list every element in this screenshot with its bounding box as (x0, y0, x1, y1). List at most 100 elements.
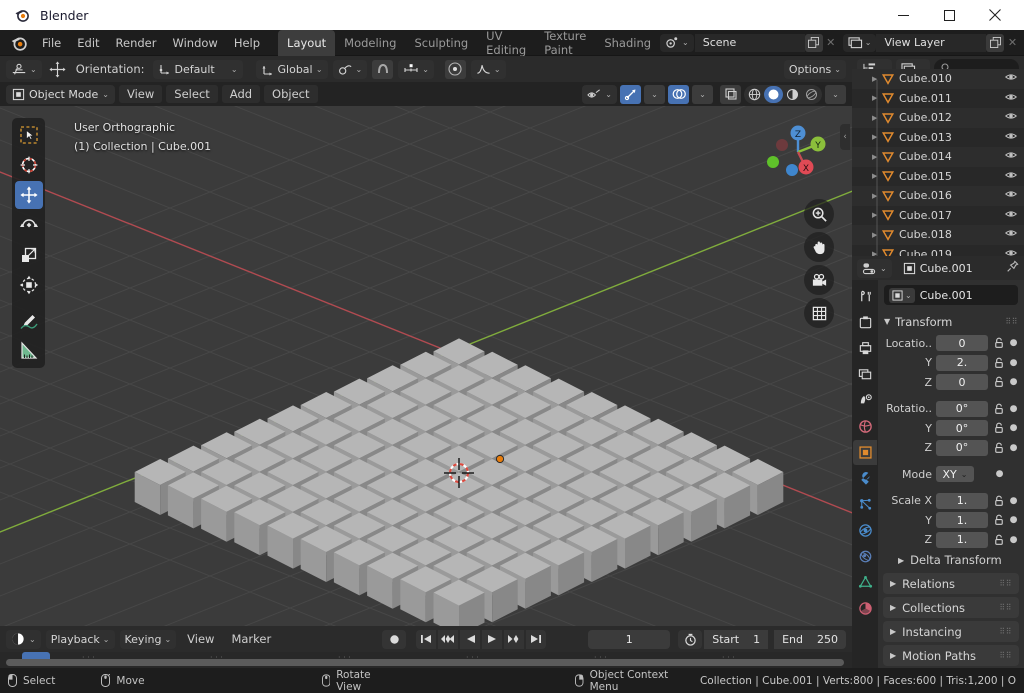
start-frame-field[interactable]: Start 1 (704, 630, 768, 649)
overlays-dropdown-icon[interactable]: ⌄ (692, 85, 713, 104)
end-frame-field[interactable]: End 250 (774, 630, 846, 649)
animate-property-dot[interactable]: ● (1009, 404, 1018, 414)
transform-row-value[interactable]: 0° (936, 420, 988, 436)
minimize-button[interactable] (880, 0, 926, 30)
tool-cursor[interactable] (15, 151, 43, 179)
outliner-row[interactable]: ▶Cube.019 (852, 245, 1024, 257)
scene-remove-button[interactable]: ✕ (823, 34, 839, 52)
properties-tab-world[interactable] (853, 414, 877, 439)
expand-triangle-icon[interactable]: ▶ (872, 192, 877, 200)
collapsed-panel[interactable]: ▶Relations⠿⠿ (883, 573, 1019, 594)
properties-tab-scene[interactable] (853, 388, 877, 413)
transform-orientation-dropdown[interactable]: Global ⌄ (256, 60, 328, 79)
transform-row-value[interactable]: 0 (936, 374, 988, 390)
interaction-mode-dropdown[interactable]: Object Mode ⌄ (6, 85, 115, 104)
jump-to-prev-keyframe-button[interactable] (438, 630, 458, 649)
lock-icon[interactable] (992, 403, 1005, 415)
lock-icon[interactable] (992, 495, 1005, 507)
outliner-row[interactable]: ▶Cube.013 (852, 128, 1024, 148)
expand-triangle-icon[interactable]: ▶ (872, 75, 877, 83)
tab-uv-editing[interactable]: UV Editing (477, 30, 535, 56)
expand-triangle-icon[interactable]: ▶ (872, 211, 877, 219)
tab-layout[interactable]: Layout (278, 30, 335, 56)
transform-row-value[interactable]: 2. (936, 355, 988, 371)
3d-viewport[interactable]: User Orthographic (1) Collection | Cube.… (0, 106, 852, 626)
properties-tab-material[interactable] (853, 596, 877, 621)
expand-triangle-icon[interactable]: ▶ (872, 231, 877, 239)
object-name-field[interactable]: ⌄ Cube.001 (884, 285, 1018, 305)
properties-tab-particles[interactable] (853, 492, 877, 517)
outliner-row[interactable]: ▶Cube.016 (852, 186, 1024, 206)
active-tool-icon[interactable]: ⌄ (6, 60, 42, 79)
lock-icon[interactable] (992, 337, 1005, 349)
wireframe-shading-icon[interactable] (745, 86, 764, 103)
delta-transform-subpanel[interactable]: ▶ Delta Transform (884, 550, 1018, 570)
menu-help[interactable]: Help (226, 33, 268, 53)
animate-property-dot[interactable]: ● (1009, 535, 1018, 545)
visibility-eye-icon[interactable] (1005, 170, 1017, 183)
use-preview-range-icon[interactable] (678, 630, 702, 649)
keying-menu[interactable]: Keying⌄ (120, 630, 177, 649)
pin-id-icon[interactable] (1006, 260, 1019, 276)
view-layer-name-field[interactable]: View Layer (876, 34, 986, 52)
scene-new-button[interactable] (805, 34, 823, 52)
viewport-menu-select[interactable]: Select (166, 85, 217, 103)
jump-to-end-button[interactable] (526, 630, 546, 649)
shading-dropdown-icon[interactable]: ⌄ (825, 85, 846, 104)
tool-annotate[interactable] (15, 307, 43, 335)
solid-shading-icon[interactable] (764, 86, 783, 103)
transform-panel-header[interactable]: ▼ Transform ⠿⠿ (884, 312, 1018, 331)
lock-icon[interactable] (992, 442, 1005, 454)
properties-tab-modifier[interactable] (853, 466, 877, 491)
outliner-row[interactable]: ▶Cube.014 (852, 147, 1024, 167)
animate-property-dot[interactable]: ● (1009, 338, 1018, 348)
collapsed-panel[interactable]: ▶Motion Paths⠿⠿ (883, 645, 1019, 666)
animate-property-dot[interactable]: ● (1009, 423, 1018, 433)
properties-tab-constraints[interactable] (853, 544, 877, 569)
animate-property-dot[interactable]: ● (1009, 358, 1018, 368)
outliner-row[interactable]: ▶Cube.017 (852, 206, 1024, 226)
tool-transform[interactable] (15, 271, 43, 299)
properties-editor-type-icon[interactable]: ⌄ (857, 259, 892, 278)
visibility-selector-icon[interactable]: ⌄ (582, 85, 617, 104)
orientation-dropdown[interactable]: Default ⌄ (153, 60, 243, 79)
expand-triangle-icon[interactable]: ▶ (872, 153, 877, 161)
camera-icon[interactable] (804, 265, 834, 295)
transform-row-value[interactable]: 1. (936, 532, 988, 548)
tool-measure[interactable] (15, 337, 43, 365)
sidebar-collapse-arrow-icon[interactable]: ‹ (840, 124, 850, 150)
snap-target-icon[interactable]: ⌄ (333, 60, 368, 79)
visibility-eye-icon[interactable] (1005, 72, 1017, 85)
menu-window[interactable]: Window (164, 33, 225, 53)
view-layer-remove-button[interactable]: ✕ (1004, 34, 1020, 52)
lock-icon[interactable] (992, 357, 1005, 369)
animate-property-dot[interactable]: ● (1009, 377, 1018, 387)
view-layer-browse-icon[interactable]: ⌄ (843, 34, 877, 52)
properties-tab-output[interactable] (853, 336, 877, 361)
tab-sculpting[interactable]: Sculpting (405, 30, 477, 56)
show-gizmo-icon[interactable] (620, 85, 641, 104)
animate-property-dot[interactable]: ● (1009, 496, 1018, 506)
view-layer-new-button[interactable] (986, 34, 1004, 52)
lock-icon[interactable] (992, 422, 1005, 434)
outliner-row[interactable]: ▶Cube.018 (852, 225, 1024, 245)
auto-keying-button[interactable] (382, 630, 406, 649)
properties-tab-physics[interactable] (853, 518, 877, 543)
tool-move[interactable] (15, 181, 43, 209)
properties-tab-tool[interactable] (853, 284, 877, 309)
lock-icon[interactable] (992, 534, 1005, 546)
editor-type-icon[interactable]: ⌄ (6, 630, 41, 649)
expand-triangle-icon[interactable]: ▶ (872, 114, 877, 122)
viewport-menu-add[interactable]: Add (222, 85, 260, 103)
rendered-shading-icon[interactable] (802, 86, 821, 103)
object-datablock-icon[interactable]: ⌄ (889, 288, 915, 303)
properties-tab-data[interactable] (853, 570, 877, 595)
transform-row-value[interactable]: XY⌄ (936, 466, 974, 482)
outliner-row[interactable]: ▶Cube.010 (852, 69, 1024, 89)
expand-triangle-icon[interactable]: ▶ (872, 133, 877, 141)
tab-texture-paint[interactable]: Texture Paint (535, 30, 595, 56)
play-reverse-button[interactable] (460, 630, 480, 649)
play-button[interactable] (482, 630, 502, 649)
timeline-menu-view[interactable]: View (181, 632, 220, 646)
viewport-menu-object[interactable]: Object (264, 85, 317, 103)
